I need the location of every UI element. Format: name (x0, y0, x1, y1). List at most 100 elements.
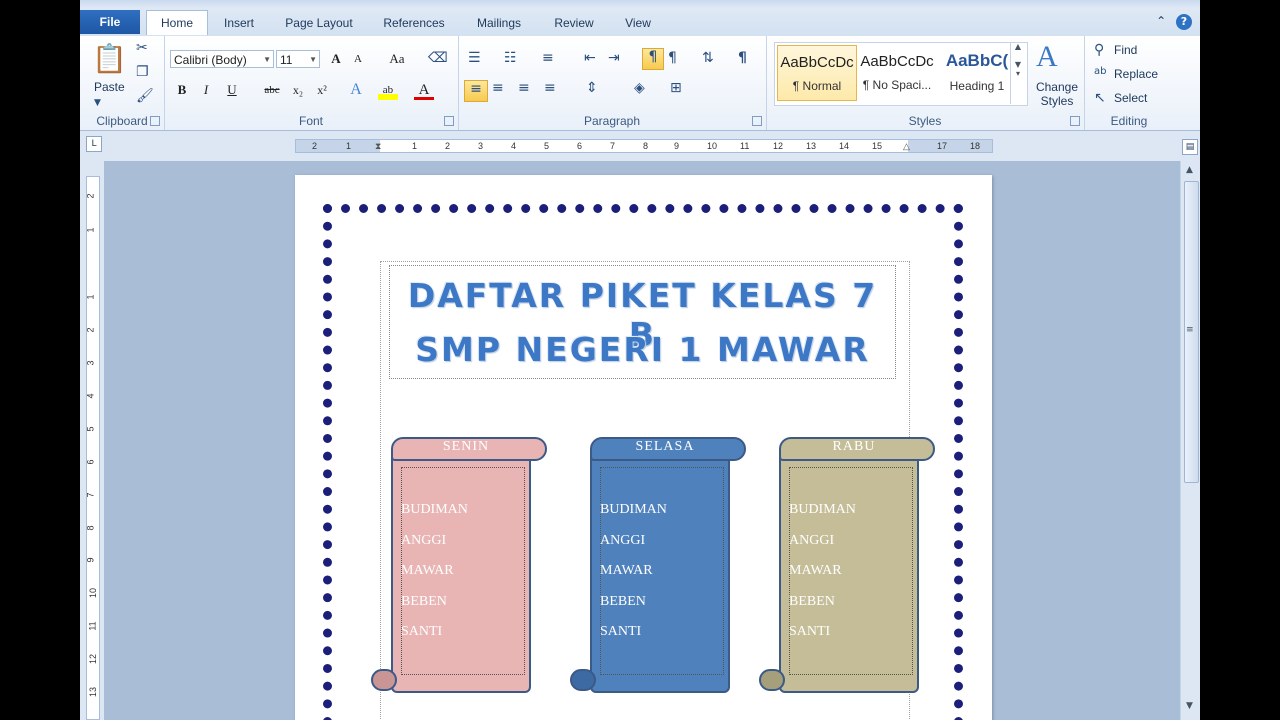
clear-formatting-icon[interactable]: ⌫ (428, 50, 448, 66)
ruler-number: 12 (773, 141, 784, 151)
font-family-value: Calibri (Body) (174, 53, 247, 67)
paste-button[interactable]: Paste (94, 80, 125, 94)
scroll-names: BUDIMAN ANGGI MAWAR BEBEN SANTI (789, 495, 909, 648)
style-name: Heading 1 (949, 79, 1005, 93)
gallery-scroll[interactable]: ▲ ▼ ▾ (1010, 42, 1025, 104)
ruler-number: 8 (643, 141, 649, 151)
tab-references[interactable]: References (374, 12, 454, 34)
sort-icon[interactable]: ⇅ (702, 50, 714, 66)
tab-insert[interactable]: Insert (214, 12, 264, 34)
clipboard-launcher-icon[interactable] (150, 116, 160, 126)
document-page[interactable]: DAFTAR PIKET KELAS 7 B SMP NEGERI 1 MAWA… (295, 175, 992, 720)
select-icon[interactable]: ↖ (1094, 90, 1106, 106)
italic-button[interactable]: I (196, 80, 216, 100)
scroll-names: BUDIMAN ANGGI MAWAR BEBEN SANTI (600, 495, 720, 648)
font-color-button[interactable]: A (414, 80, 434, 100)
scroll-shape-selasa[interactable]: SELASA BUDIMAN ANGGI MAWAR BEBEN SANTI (570, 437, 750, 695)
cut-icon[interactable]: ✂ (136, 40, 148, 56)
ribbon: 📋 Paste ▼ ✂ ❐ 🖌 Clipboard Calibri (Body)… (80, 36, 1200, 131)
ruler-number: 13 (88, 686, 99, 698)
rtl-text-icon[interactable]: ¶ (668, 50, 677, 66)
tab-page-layout[interactable]: Page Layout (276, 12, 362, 34)
show-formatting-button[interactable]: ¶ (738, 50, 747, 66)
scroll-down-icon[interactable]: ▼ (1186, 701, 1193, 711)
style-normal[interactable]: AaBbCcDc ¶ Normal (777, 45, 857, 101)
change-case-button[interactable]: Aa (384, 49, 410, 69)
justify-icon[interactable]: ≡ (544, 80, 556, 96)
format-painter-icon[interactable]: 🖌 (136, 88, 154, 104)
scroll-title: SENIN (442, 439, 490, 454)
shrink-font-button[interactable]: A (348, 49, 368, 69)
tab-mailings[interactable]: Mailings (466, 12, 532, 34)
paste-icon[interactable]: 📋 (92, 42, 127, 76)
list-item: BUDIMAN (401, 502, 468, 517)
style-no-spacing[interactable]: AaBbCcDc ¶ No Spaci... (857, 45, 937, 101)
line-spacing-icon[interactable]: ⇕ (586, 80, 598, 96)
grow-font-button[interactable]: A (326, 49, 346, 69)
left-indent-marker-icon[interactable]: ⧗ (375, 140, 381, 152)
numbering-icon[interactable]: ☷ (504, 50, 517, 66)
font-family-combo[interactable]: Calibri (Body) ▼ (170, 50, 274, 68)
tab-file[interactable]: File (80, 10, 140, 34)
decrease-indent-icon[interactable]: ⇤ (584, 50, 596, 66)
list-item: SANTI (600, 624, 642, 639)
right-indent-marker-icon[interactable]: △ (903, 140, 910, 152)
ruler-number: 5 (544, 141, 550, 151)
replace-button[interactable]: Replace (1114, 67, 1158, 81)
multilevel-list-icon[interactable]: ≡ (542, 50, 554, 66)
paragraph-group-label: Paragraph (583, 114, 641, 128)
editing-group-label: Editing (1110, 114, 1148, 128)
align-right-icon[interactable]: ≡ (518, 80, 530, 96)
replace-icon[interactable]: ab (1094, 66, 1106, 77)
text-effects-button[interactable]: A (346, 80, 366, 100)
font-size-combo[interactable]: 11 ▼ (276, 50, 320, 68)
minimize-ribbon-icon[interactable]: ⌃ (1156, 14, 1166, 28)
bold-button[interactable]: B (172, 80, 192, 100)
font-launcher-icon[interactable] (444, 116, 454, 126)
title-textbox[interactable]: DAFTAR PIKET KELAS 7 B SMP NEGERI 1 MAWA… (389, 265, 896, 379)
borders-icon[interactable]: ⊞ (670, 80, 682, 96)
align-center-icon[interactable]: ≡ (492, 80, 504, 96)
underline-button[interactable]: U (222, 80, 242, 100)
vertical-scrollbar[interactable]: ▲ ≡ ▼ (1180, 161, 1200, 720)
ruler-number: 4 (85, 393, 96, 399)
paste-dropdown-icon[interactable]: ▼ (94, 98, 101, 108)
tab-review[interactable]: Review (544, 12, 604, 34)
ruler-number: 10 (707, 141, 718, 151)
strikethrough-button[interactable]: abc (260, 80, 284, 100)
ruler-number: 18 (970, 141, 981, 151)
style-preview: AaBbC( (945, 51, 1009, 70)
scroll-shape-senin[interactable]: SENIN BUDIMAN ANGGI MAWAR BEBEN SANTI (371, 437, 551, 695)
superscript-button[interactable]: x² (312, 80, 332, 100)
change-styles-button[interactable]: Change Styles (1032, 80, 1082, 108)
document-area[interactable]: DAFTAR PIKET KELAS 7 B SMP NEGERI 1 MAWA… (104, 161, 1180, 720)
bullets-icon[interactable]: ☰ (468, 50, 481, 66)
tab-view[interactable]: View (612, 12, 664, 34)
ruler-number: 17 (937, 141, 948, 151)
horizontal-ruler[interactable]: 2 1 1 2 3 4 5 6 7 8 9 10 11 12 13 14 15 … (295, 139, 993, 153)
subscript-button[interactable]: x₂ (288, 80, 308, 100)
highlight-button[interactable]: ab (378, 80, 398, 100)
align-left-icon[interactable]: ≡ (464, 80, 488, 102)
ruler-margin-left (296, 140, 380, 152)
vertical-ruler[interactable]: 2 1 1 2 3 4 5 6 7 8 9 10 11 12 13 (86, 176, 100, 720)
copy-icon[interactable]: ❐ (136, 64, 149, 80)
list-item: BEBEN (789, 593, 835, 609)
ltr-text-icon[interactable]: ¶ (642, 48, 664, 70)
list-item: ANGGI (789, 532, 835, 548)
shading-icon[interactable]: ◈ (634, 80, 645, 96)
paragraph-launcher-icon[interactable] (752, 116, 762, 126)
styles-launcher-icon[interactable] (1070, 116, 1080, 126)
find-button[interactable]: Find (1114, 43, 1137, 57)
scroll-up-icon[interactable]: ▲ (1186, 165, 1193, 175)
scroll-shape-rabu[interactable]: RABU BUDIMAN ANGGI MAWAR BEBEN SANTI (759, 437, 939, 695)
help-icon[interactable]: ? (1176, 14, 1192, 30)
select-button[interactable]: Select (1114, 91, 1147, 105)
increase-indent-icon[interactable]: ⇥ (608, 50, 620, 66)
tab-home[interactable]: Home (146, 10, 208, 35)
tab-selector-icon[interactable]: L (86, 136, 102, 152)
change-styles-icon[interactable]: A (1036, 40, 1058, 74)
view-ruler-icon[interactable]: ▤ (1182, 139, 1198, 155)
find-icon[interactable]: ⚲ (1094, 42, 1104, 58)
style-heading-1[interactable]: AaBbC( Heading 1 (937, 45, 1017, 101)
